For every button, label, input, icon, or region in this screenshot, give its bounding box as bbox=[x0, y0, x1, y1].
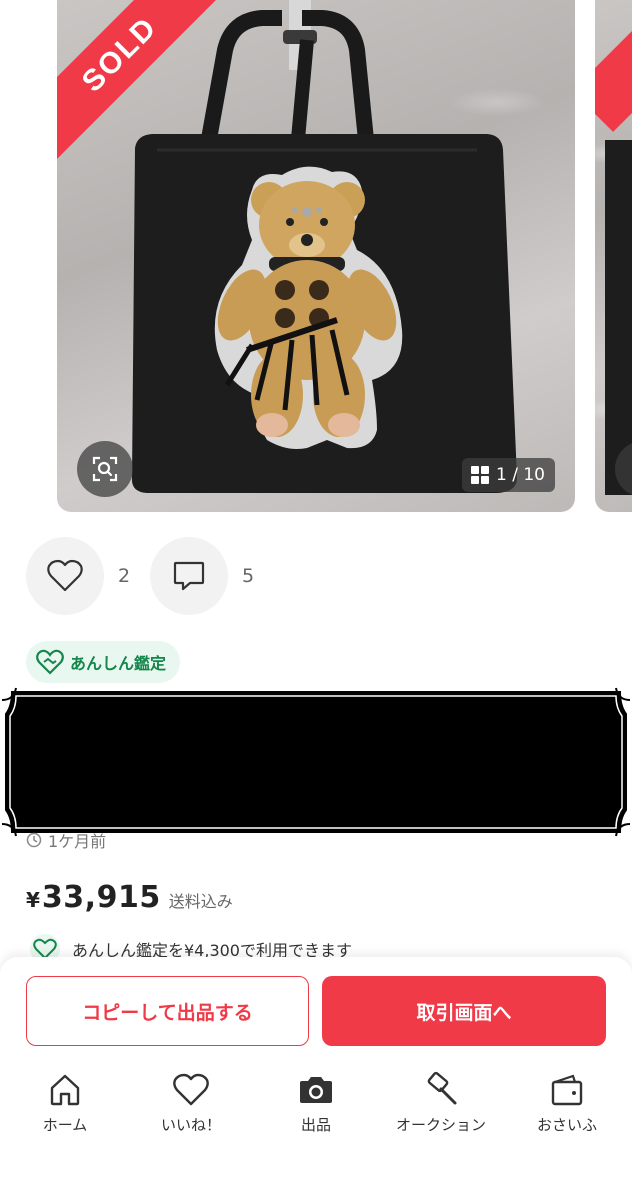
tab-auction-label: オークション bbox=[395, 1116, 486, 1134]
heart-icon bbox=[173, 1073, 209, 1106]
gavel-icon bbox=[427, 1071, 457, 1105]
go-to-transaction-button[interactable]: 取引画面へ bbox=[322, 976, 606, 1046]
handshake-heart-icon bbox=[36, 649, 64, 675]
posted-time-text: 1ケ月前 bbox=[48, 832, 107, 851]
tab-wallet-label: おさいふ bbox=[536, 1116, 597, 1134]
product-photo[interactable]: SOLD 1 / 10 bbox=[57, 0, 575, 512]
comment-control[interactable]: 5 bbox=[150, 537, 254, 615]
tab-likes-label: いいね！ bbox=[160, 1116, 221, 1134]
scan-search-icon bbox=[92, 456, 118, 482]
clock-icon bbox=[26, 832, 42, 848]
zoom-button[interactable] bbox=[77, 441, 133, 497]
anshin-badge-label: あんしん鑑定 bbox=[70, 654, 167, 673]
camera-icon bbox=[300, 1077, 332, 1103]
shipping-label: 送料込み bbox=[168, 892, 233, 911]
grid-icon bbox=[471, 466, 490, 484]
tab-auction[interactable]: オークション bbox=[378, 1070, 504, 1135]
tab-bar: ホーム いいね！ 出品 オークション おさいふ bbox=[0, 1070, 632, 1140]
bottom-action-sheet: コピーして出品する 取引画面へ ホーム いいね！ 出品 オークション おさいふ bbox=[0, 957, 632, 1200]
tab-wallet[interactable]: おさいふ bbox=[504, 1070, 630, 1135]
anshin-badge[interactable]: あんしん鑑定 bbox=[26, 641, 181, 683]
heart-icon bbox=[47, 559, 83, 592]
next-photo-peek[interactable] bbox=[595, 0, 632, 512]
like-count: 2 bbox=[118, 565, 131, 587]
image-gallery[interactable]: SOLD 1 / 10 bbox=[0, 0, 632, 512]
copy-and-list-button[interactable]: コピーして出品する bbox=[26, 976, 309, 1046]
tab-sell-label: 出品 bbox=[300, 1116, 331, 1134]
photo-counter-text: 1 / 10 bbox=[496, 465, 545, 485]
photo-counter[interactable]: 1 / 10 bbox=[462, 458, 555, 492]
like-button[interactable] bbox=[26, 537, 104, 615]
currency-symbol: ¥ bbox=[26, 888, 40, 912]
posted-time: 1ケ月前 bbox=[26, 828, 106, 852]
price: 33,915 bbox=[41, 880, 161, 915]
comment-button[interactable] bbox=[150, 537, 228, 615]
like-control[interactable]: 2 bbox=[26, 537, 130, 615]
tab-sell[interactable]: 出品 bbox=[253, 1070, 379, 1135]
wallet-icon bbox=[551, 1074, 583, 1106]
comment-count: 5 bbox=[242, 565, 255, 587]
comment-icon bbox=[173, 561, 205, 591]
tab-likes[interactable]: いいね！ bbox=[128, 1070, 254, 1135]
home-icon bbox=[50, 1074, 80, 1106]
tab-home-label: ホーム bbox=[42, 1116, 88, 1134]
price-row: ¥ 33,915 送料込み bbox=[26, 880, 233, 915]
tab-home[interactable]: ホーム bbox=[2, 1070, 128, 1135]
redacted-title bbox=[1, 687, 631, 837]
